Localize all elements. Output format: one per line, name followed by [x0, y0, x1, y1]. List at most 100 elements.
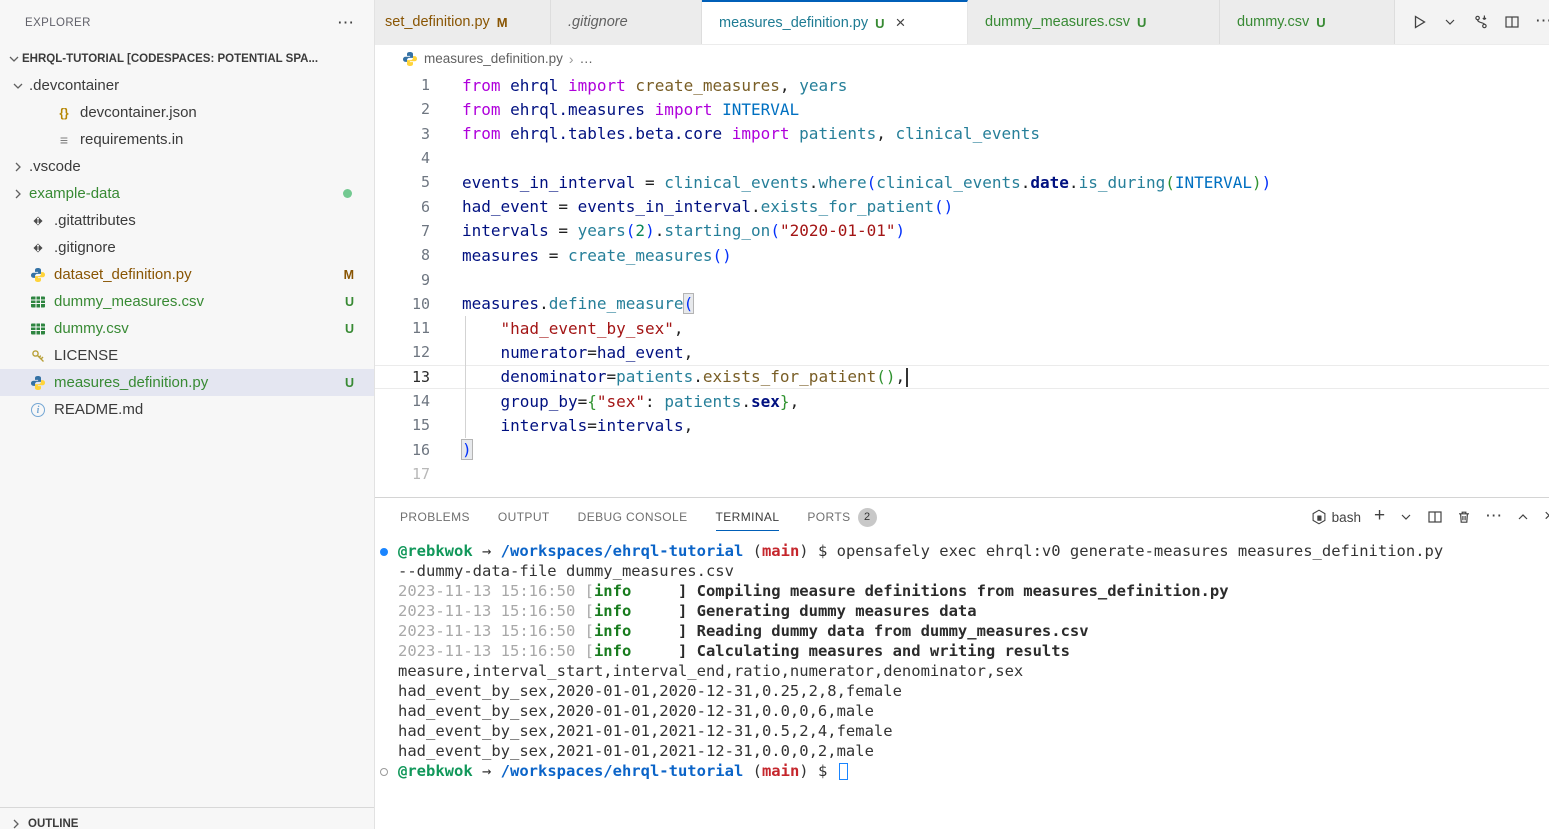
- folder-item-example-data[interactable]: example-data: [0, 180, 374, 207]
- terminal-line: 2023-11-13 15:16:50 [info ] Compiling me…: [375, 582, 1549, 602]
- file-item-dummy.csv[interactable]: dummy.csvU: [0, 315, 374, 342]
- shell-selector[interactable]: bash: [1311, 509, 1361, 525]
- split-terminal-button[interactable]: [1427, 509, 1443, 525]
- file-item-dataset_definition.py[interactable]: dataset_definition.pyM: [0, 261, 374, 288]
- breadcrumb-file[interactable]: measures_definition.py: [424, 51, 563, 66]
- open-changes-button[interactable]: [1473, 14, 1489, 30]
- breadcrumb-symbol-more[interactable]: …: [580, 51, 594, 66]
- tab-measures_definition.py[interactable]: measures_definition.pyU×: [702, 0, 968, 44]
- line-number: 11: [375, 319, 430, 337]
- code-line-6[interactable]: 6had_event = events_in_interval.exists_f…: [375, 194, 1549, 218]
- code-line-15[interactable]: 15 intervals=intervals,: [375, 413, 1549, 437]
- command-decoration-filled[interactable]: [380, 548, 388, 556]
- line-number: 14: [375, 392, 430, 410]
- kill-terminal-button[interactable]: [1456, 509, 1472, 525]
- panel-close-button[interactable]: ×: [1544, 508, 1549, 526]
- split-editor-button[interactable]: [1504, 14, 1520, 30]
- split-terminal-icon: [1427, 509, 1443, 525]
- ports-count-badge: 2: [858, 508, 877, 527]
- panel-tab-ports[interactable]: PORTS2: [807, 498, 876, 536]
- dropdown-icon: [1442, 14, 1458, 30]
- file-item-devcontainer.json[interactable]: {}devcontainer.json: [0, 99, 374, 126]
- more-button[interactable]: ⋯: [1535, 13, 1549, 31]
- code-line-7[interactable]: 7intervals = years(2).starting_on("2020-…: [375, 219, 1549, 243]
- line-number: 16: [375, 441, 430, 459]
- code-line-10[interactable]: 10measures.define_measure(: [375, 292, 1549, 316]
- chevron-right-icon: [8, 816, 24, 829]
- file-label: .gitattributes: [54, 212, 136, 229]
- tab-label: dummy.csv: [1237, 14, 1309, 30]
- tab-dummy.csv[interactable]: dummy.csv U: [1220, 0, 1395, 44]
- tab-git-badge: U: [1316, 15, 1325, 30]
- git-modified-dot: [343, 189, 352, 198]
- line-content: intervals=intervals,: [462, 416, 693, 435]
- terminal-line: @rebkwok → /workspaces/ehrql-tutorial (m…: [375, 762, 1549, 782]
- file-item-.gitattributes[interactable]: .gitattributes: [0, 207, 374, 234]
- close-tab-icon[interactable]: ×: [896, 13, 906, 33]
- workspace-root-label: EHRQL-TUTORIAL [CODESPACES: POTENTIAL SP…: [22, 53, 318, 65]
- code-line-1[interactable]: 1from ehrql import create_measures, year…: [375, 73, 1549, 97]
- code-line-11[interactable]: 11 "had_event_by_sex",: [375, 316, 1549, 340]
- git-status-badge: U: [345, 322, 354, 336]
- line-content: denominator=patients.exists_for_patient(…: [462, 367, 908, 387]
- tab-label: set_definition.py: [385, 14, 490, 30]
- panel-tab-terminal[interactable]: TERMINAL: [716, 498, 780, 536]
- panel-tab-label: PROBLEMS: [400, 510, 470, 524]
- terminal-line: had_event_by_sex,2021-01-01,2021-12-31,0…: [375, 742, 1549, 762]
- outline-section-header[interactable]: OUTLINE: [0, 807, 374, 829]
- file-item-LICENSE[interactable]: LICENSE: [0, 342, 374, 369]
- code-line-16[interactable]: 16): [375, 437, 1549, 461]
- code-line-8[interactable]: 8measures = create_measures(): [375, 243, 1549, 267]
- terminal-actions: + ⋯ ×: [1374, 508, 1549, 526]
- command-decoration-open[interactable]: [380, 768, 388, 776]
- breadcrumb[interactable]: measures_definition.py › …: [375, 45, 1549, 72]
- tab-set_definition.py[interactable]: set_definition.pyM: [375, 0, 551, 44]
- code-line-3[interactable]: 3from ehrql.tables.beta.core import pati…: [375, 122, 1549, 146]
- file-label: LICENSE: [54, 347, 118, 364]
- code-line-9[interactable]: 9: [375, 267, 1549, 291]
- code-line-5[interactable]: 5events_in_interval = clinical_events.wh…: [375, 170, 1549, 194]
- outline-label: OUTLINE: [28, 818, 78, 829]
- folder-item-.vscode[interactable]: .vscode: [0, 153, 374, 180]
- panel-maximize-button[interactable]: [1515, 509, 1531, 525]
- info-file-icon: i: [29, 403, 47, 417]
- tab-dummy_measures.csv[interactable]: dummy_measures.csvU: [968, 0, 1220, 44]
- file-item-requirements.in[interactable]: ≡requirements.in: [0, 126, 374, 153]
- folder-item-.devcontainer[interactable]: .devcontainer: [0, 72, 374, 99]
- workspace-root-folder[interactable]: EHRQL-TUTORIAL [CODESPACES: POTENTIAL SP…: [0, 45, 374, 72]
- file-item-.gitignore[interactable]: .gitignore: [0, 234, 374, 261]
- new-terminal-button[interactable]: +: [1374, 508, 1385, 526]
- panel-tab-debug-console[interactable]: DEBUG CONSOLE: [578, 498, 688, 536]
- file-item-README.md[interactable]: iREADME.md: [0, 396, 374, 423]
- run-button[interactable]: [1411, 14, 1427, 30]
- terminal-line: had_event_by_sex,2021-01-01,2021-12-31,0…: [375, 722, 1549, 742]
- bash-icon: [1311, 509, 1327, 525]
- editor-tabs: set_definition.pyM.gitignoremeasures_def…: [375, 0, 1395, 44]
- line-content: from ehrql.measures import INTERVAL: [462, 100, 799, 119]
- terminal-line: --dummy-data-file dummy_measures.csv: [375, 562, 1549, 582]
- git-status-badge: U: [345, 376, 354, 390]
- code-line-4[interactable]: 4: [375, 146, 1549, 170]
- code-editor[interactable]: 1from ehrql import create_measures, year…: [375, 72, 1549, 497]
- explorer-header: EXPLORER ⋯: [0, 0, 374, 45]
- dropdown-button[interactable]: [1442, 14, 1458, 30]
- line-number: 1: [375, 76, 430, 94]
- dropdown-button[interactable]: [1398, 509, 1414, 525]
- more-button[interactable]: ⋯: [1485, 508, 1502, 526]
- code-line-17[interactable]: 17: [375, 462, 1549, 486]
- file-item-dummy_measures.csv[interactable]: dummy_measures.csvU: [0, 288, 374, 315]
- file-label: measures_definition.py: [54, 374, 208, 391]
- code-line-13[interactable]: 13 denominator=patients.exists_for_patie…: [375, 365, 1549, 389]
- terminal[interactable]: @rebkwok → /workspaces/ehrql-tutorial (m…: [375, 536, 1549, 829]
- tab-.gitignore[interactable]: .gitignore: [551, 0, 702, 44]
- line-content: group_by={"sex": patients.sex},: [462, 392, 799, 411]
- code-line-12[interactable]: 12 numerator=had_event,: [375, 340, 1549, 364]
- code-line-14[interactable]: 14 group_by={"sex": patients.sex},: [375, 389, 1549, 413]
- breadcrumb-separator: ›: [569, 51, 574, 67]
- panel-tab-problems[interactable]: PROBLEMS: [400, 498, 470, 536]
- explorer-more-icon[interactable]: ⋯: [337, 18, 354, 28]
- code-line-2[interactable]: 2from ehrql.measures import INTERVAL: [375, 97, 1549, 121]
- file-item-measures_definition.py[interactable]: measures_definition.py U: [0, 369, 374, 396]
- terminal-line: @rebkwok → /workspaces/ehrql-tutorial (m…: [375, 542, 1549, 562]
- panel-tab-output[interactable]: OUTPUT: [498, 498, 550, 536]
